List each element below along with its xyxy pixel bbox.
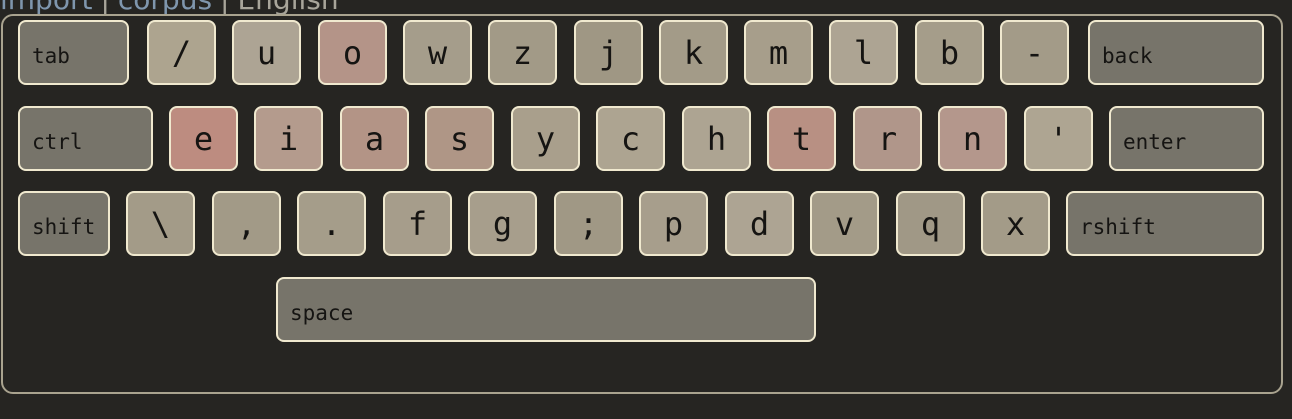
- key-slash[interactable]: /: [147, 20, 216, 85]
- key-t[interactable]: t: [767, 106, 836, 171]
- key-u[interactable]: u: [232, 20, 301, 85]
- key-label: k: [683, 33, 704, 72]
- key-label: p: [663, 204, 684, 243]
- key-label: q: [920, 204, 941, 243]
- key-label: j: [598, 33, 619, 72]
- key-label: ,: [236, 204, 257, 243]
- key-v[interactable]: v: [810, 191, 879, 256]
- key-label: e: [193, 119, 214, 158]
- key-label: o: [342, 33, 363, 72]
- key-x[interactable]: x: [981, 191, 1050, 256]
- key-semicolon[interactable]: ;: [554, 191, 623, 256]
- key-rshift[interactable]: rshift: [1066, 191, 1264, 256]
- key-w[interactable]: w: [403, 20, 472, 85]
- key-label: g: [492, 204, 513, 243]
- key-tab[interactable]: tab: [18, 20, 129, 85]
- key-o[interactable]: o: [318, 20, 387, 85]
- key-label: w: [427, 33, 448, 72]
- key-label: ctrl: [32, 129, 83, 154]
- key-e[interactable]: e: [169, 106, 238, 171]
- key-c[interactable]: c: [596, 106, 665, 171]
- key-p[interactable]: p: [639, 191, 708, 256]
- key-label: tab: [32, 43, 70, 68]
- key-d[interactable]: d: [725, 191, 794, 256]
- key-label: r: [877, 119, 898, 158]
- key-label: l: [853, 33, 874, 72]
- key-label: t: [791, 119, 812, 158]
- key-label: f: [407, 204, 428, 243]
- key-comma[interactable]: ,: [212, 191, 281, 256]
- key-y[interactable]: y: [511, 106, 580, 171]
- keyboard-panel: tab / u o w z j k m l b - back ctrl e i a s y c h t r n ' enter sh…: [1, 14, 1283, 394]
- key-label: ': [1048, 119, 1069, 158]
- key-space[interactable]: space: [276, 277, 816, 342]
- key-r[interactable]: r: [853, 106, 922, 171]
- key-s[interactable]: s: [425, 106, 494, 171]
- key-z[interactable]: z: [488, 20, 557, 85]
- key-label: .: [321, 204, 342, 243]
- key-label: m: [768, 33, 789, 72]
- key-label: rshift: [1080, 214, 1156, 239]
- key-i[interactable]: i: [254, 106, 323, 171]
- key-label: h: [706, 119, 727, 158]
- key-period[interactable]: .: [297, 191, 366, 256]
- key-label: n: [962, 119, 983, 158]
- key-label: back: [1102, 43, 1153, 68]
- key-enter[interactable]: enter: [1109, 106, 1264, 171]
- key-label: c: [620, 119, 641, 158]
- key-back[interactable]: back: [1088, 20, 1264, 85]
- key-label: enter: [1123, 129, 1187, 154]
- key-apostrophe[interactable]: ': [1024, 106, 1093, 171]
- key-q[interactable]: q: [896, 191, 965, 256]
- key-label: z: [512, 33, 533, 72]
- key-a[interactable]: a: [340, 106, 409, 171]
- key-l[interactable]: l: [829, 20, 898, 85]
- key-label: d: [749, 204, 770, 243]
- key-label: /: [171, 33, 192, 72]
- key-label: space: [290, 300, 354, 325]
- key-label: -: [1024, 33, 1045, 72]
- key-label: i: [278, 119, 299, 158]
- key-n[interactable]: n: [938, 106, 1007, 171]
- key-f[interactable]: f: [383, 191, 452, 256]
- key-m[interactable]: m: [744, 20, 813, 85]
- key-label: s: [449, 119, 470, 158]
- key-b[interactable]: b: [915, 20, 984, 85]
- key-j[interactable]: j: [574, 20, 643, 85]
- key-label: a: [364, 119, 385, 158]
- key-label: v: [834, 204, 855, 243]
- key-g[interactable]: g: [468, 191, 537, 256]
- key-k[interactable]: k: [659, 20, 728, 85]
- key-label: shift: [32, 214, 96, 239]
- key-h[interactable]: h: [682, 106, 751, 171]
- top-nav: import|corpus|English: [0, 0, 339, 14]
- key-label: y: [535, 119, 556, 158]
- key-backslash[interactable]: \: [126, 191, 195, 256]
- key-dash[interactable]: -: [1000, 20, 1069, 85]
- key-label: b: [939, 33, 960, 72]
- key-shift[interactable]: shift: [18, 191, 110, 256]
- key-label: \: [150, 204, 171, 243]
- key-label: ;: [578, 204, 599, 243]
- key-label: u: [256, 33, 277, 72]
- key-ctrl[interactable]: ctrl: [18, 106, 153, 171]
- key-label: x: [1005, 204, 1026, 243]
